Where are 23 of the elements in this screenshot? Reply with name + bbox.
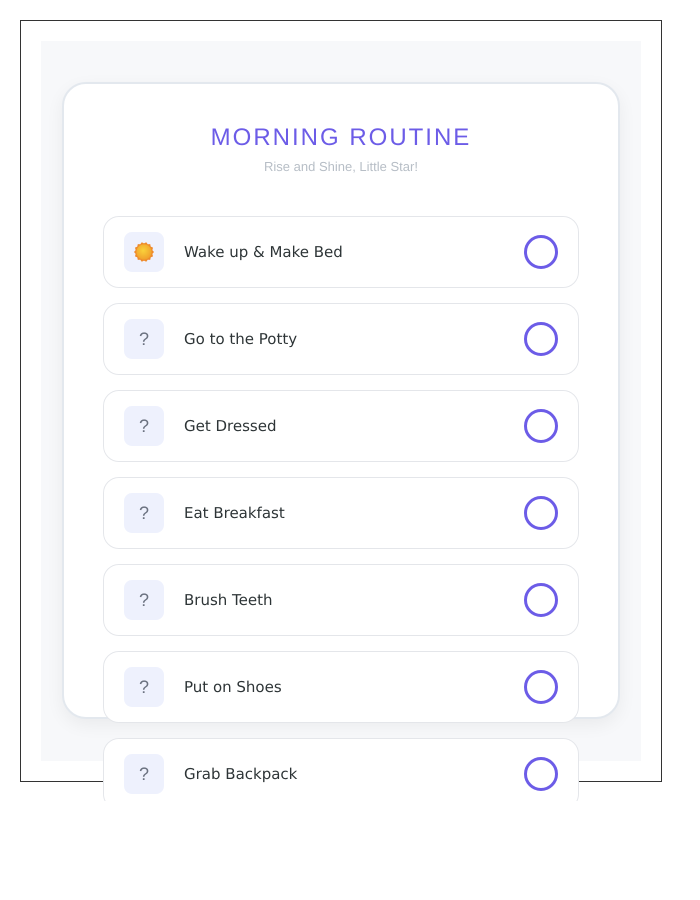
- title: MORNING ROUTINE: [210, 124, 472, 152]
- subtitle: Rise and Shine, Little Star!: [264, 158, 418, 176]
- checkbox[interactable]: [524, 583, 558, 617]
- question-mark-icon: ?: [124, 493, 164, 533]
- checkbox[interactable]: [524, 409, 558, 443]
- task-label: Go to the Potty: [184, 328, 298, 350]
- sun-icon: [124, 232, 164, 272]
- question-mark-icon: ?: [124, 580, 164, 620]
- question-mark-icon: ?: [124, 667, 164, 707]
- question-mark-icon: ?: [124, 754, 164, 794]
- checkbox[interactable]: [524, 670, 558, 704]
- task-label: Grab Backpack: [184, 764, 298, 785]
- task-label: Wake up & Make Bed: [184, 242, 343, 263]
- checkbox[interactable]: [524, 322, 558, 356]
- checkbox[interactable]: [524, 235, 558, 269]
- question-mark-icon: ?: [124, 406, 164, 446]
- checkbox[interactable]: [524, 757, 558, 791]
- question-mark-icon: ?: [124, 319, 164, 359]
- task-label: Get Dressed: [184, 416, 276, 437]
- task-label: Put on Shoes: [184, 676, 282, 698]
- task-label: Brush Teeth: [184, 590, 273, 611]
- task-label: Eat Breakfast: [184, 502, 285, 524]
- checkbox[interactable]: [524, 496, 558, 530]
